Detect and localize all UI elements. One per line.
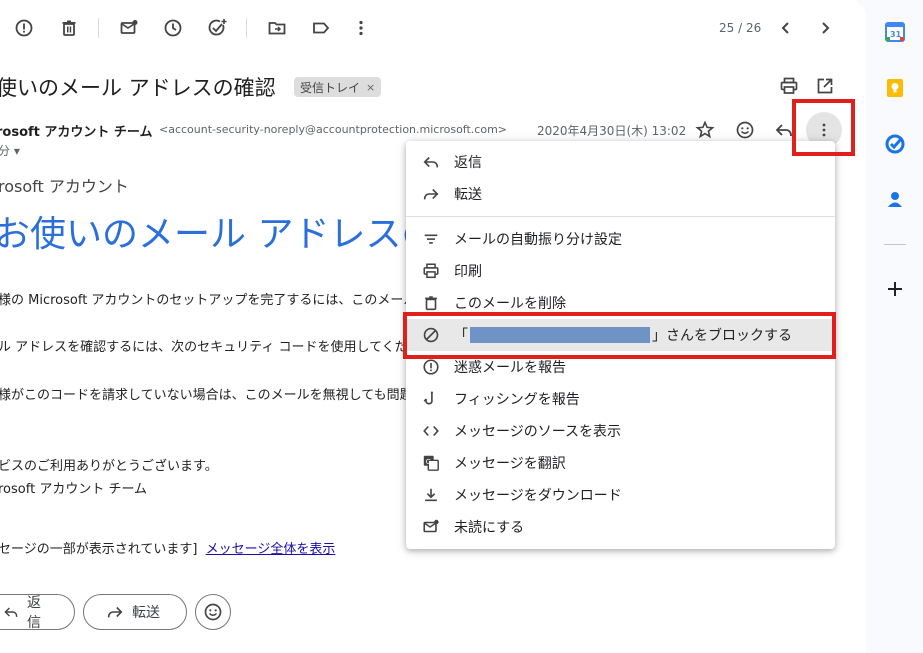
sender-email: <account-security-noreply@accountprotect… bbox=[159, 123, 508, 136]
body-line: 様がこのコードを請求していない場合は、このメールを無視しても問題ありませ bbox=[0, 388, 465, 403]
menu-item-translate[interactable]: G メッセージを翻訳 bbox=[406, 449, 835, 477]
forward-icon bbox=[107, 606, 123, 618]
star-icon[interactable] bbox=[691, 116, 719, 144]
translate-icon: G bbox=[406, 454, 454, 472]
keep-icon[interactable] bbox=[884, 77, 906, 99]
body-line-text: ル アドレスを確認するには、次のセキュリティ コードを使用してください: bbox=[0, 340, 439, 355]
side-panel: 31 bbox=[866, 0, 923, 653]
email-date: 2020年4月30日(木) 13:02 bbox=[537, 124, 687, 138]
mark-unread-icon[interactable] bbox=[115, 14, 143, 42]
highlight-box-block-item bbox=[403, 312, 836, 359]
menu-item-reply[interactable]: 返信 bbox=[406, 148, 835, 176]
forward-label: 転送 bbox=[132, 605, 160, 621]
pager-count: 25 / 26 bbox=[719, 21, 762, 35]
tasks-icon[interactable] bbox=[884, 133, 906, 155]
body-line: rosoft アカウント チーム bbox=[0, 482, 148, 497]
clipped-message-notice: セージの一部が表示されています] メッセージ全体を表示 bbox=[0, 538, 335, 557]
menu-item-download[interactable]: メッセージをダウンロード bbox=[406, 481, 835, 509]
snooze-icon[interactable] bbox=[159, 14, 187, 42]
download-icon bbox=[406, 486, 454, 504]
svg-text:31: 31 bbox=[890, 30, 902, 39]
forward-button[interactable]: 転送 bbox=[83, 594, 187, 630]
body-line: 様の Microsoft アカウントのセットアップを完了するには、このメール ア… bbox=[0, 293, 473, 308]
email-brand-text: rosoft アカウント bbox=[0, 177, 129, 196]
body-line: ビスのご利用ありがとうございます。 bbox=[0, 459, 218, 474]
clipped-text: セージの一部が表示されています] bbox=[0, 542, 198, 557]
menu-item-mark-unread[interactable]: 未読にする bbox=[406, 513, 835, 541]
print-all-icon[interactable] bbox=[775, 72, 803, 100]
svg-text:G: G bbox=[426, 457, 432, 466]
calendar-icon[interactable]: 31 bbox=[884, 21, 906, 43]
mark-unread-icon bbox=[406, 518, 454, 536]
forward-icon bbox=[406, 185, 454, 203]
delete-icon bbox=[406, 294, 454, 312]
email-subject: 使いのメール アドレスの確認 bbox=[0, 76, 276, 100]
contacts-icon[interactable] bbox=[884, 189, 906, 211]
delete-icon[interactable] bbox=[55, 14, 83, 42]
open-new-window-icon[interactable] bbox=[811, 72, 839, 100]
code-icon bbox=[406, 422, 454, 440]
add-addon-icon[interactable] bbox=[884, 278, 906, 300]
report-spam-icon bbox=[406, 358, 454, 376]
menu-item-report-phishing[interactable]: フィッシングを報告 bbox=[406, 385, 835, 413]
view-entire-message-link[interactable]: メッセージ全体を表示 bbox=[206, 542, 336, 557]
sender-name[interactable]: rosoft アカウント チーム bbox=[0, 121, 153, 140]
print-icon bbox=[406, 262, 454, 280]
menu-item-label: このメールを削除 bbox=[454, 296, 566, 312]
more-vert-icon[interactable] bbox=[347, 14, 375, 42]
label-remove-icon[interactable]: × bbox=[366, 81, 375, 94]
emoji-reaction-button[interactable] bbox=[195, 594, 231, 630]
menu-item-print[interactable]: 印刷 bbox=[406, 257, 835, 285]
label-text: 受信トレイ bbox=[300, 80, 361, 95]
menu-item-label: メッセージのソースを表示 bbox=[454, 424, 622, 440]
menu-item-label: 未読にする bbox=[454, 520, 525, 536]
recipient-details[interactable]: 分 ▾ bbox=[0, 142, 20, 159]
menu-divider bbox=[406, 216, 835, 217]
menu-item-label: 転送 bbox=[454, 187, 482, 203]
add-task-icon[interactable] bbox=[204, 14, 232, 42]
emoji-reaction-icon[interactable] bbox=[731, 116, 759, 144]
menu-item-label: フィッシングを報告 bbox=[454, 392, 580, 408]
inbox-label-chip: 受信トレイ × bbox=[294, 77, 382, 97]
emoji-icon bbox=[204, 603, 222, 621]
menu-item-label: 迷惑メールを報告 bbox=[454, 360, 566, 376]
main-panel: 25 / 26 使いのメール アドレスの確認 受信トレイ × rosoft アカ… bbox=[0, 0, 866, 653]
menu-item-label: メッセージをダウンロード bbox=[454, 488, 622, 504]
toolbar-divider bbox=[98, 18, 99, 38]
sidebar-divider bbox=[884, 244, 906, 245]
menu-item-label: メッセージを翻訳 bbox=[454, 456, 566, 472]
highlight-box-more-button bbox=[792, 99, 855, 156]
report-spam-icon[interactable] bbox=[10, 14, 38, 42]
label-icon[interactable] bbox=[307, 14, 335, 42]
reply-icon bbox=[4, 607, 18, 617]
phishing-hook-icon bbox=[406, 390, 454, 408]
toolbar-divider bbox=[246, 18, 247, 38]
reply-icon bbox=[406, 153, 454, 171]
email-headline: お使いのメール アドレスの確 bbox=[0, 214, 474, 255]
menu-item-show-original[interactable]: メッセージのソースを表示 bbox=[406, 417, 835, 445]
menu-item-label: メールの自動振り分け設定 bbox=[454, 232, 622, 248]
menu-item-label: 印刷 bbox=[454, 264, 482, 280]
menu-item-forward[interactable]: 転送 bbox=[406, 180, 835, 208]
move-to-icon[interactable] bbox=[263, 14, 291, 42]
menu-item-label: 返信 bbox=[454, 155, 482, 171]
reply-label: 返信 bbox=[27, 595, 42, 631]
chevron-right-icon[interactable] bbox=[811, 14, 839, 42]
reply-button[interactable]: 返信 bbox=[0, 594, 75, 631]
chevron-left-icon[interactable] bbox=[772, 14, 800, 42]
filter-icon bbox=[406, 230, 454, 248]
menu-item-filter[interactable]: メールの自動振り分け設定 bbox=[406, 225, 835, 253]
